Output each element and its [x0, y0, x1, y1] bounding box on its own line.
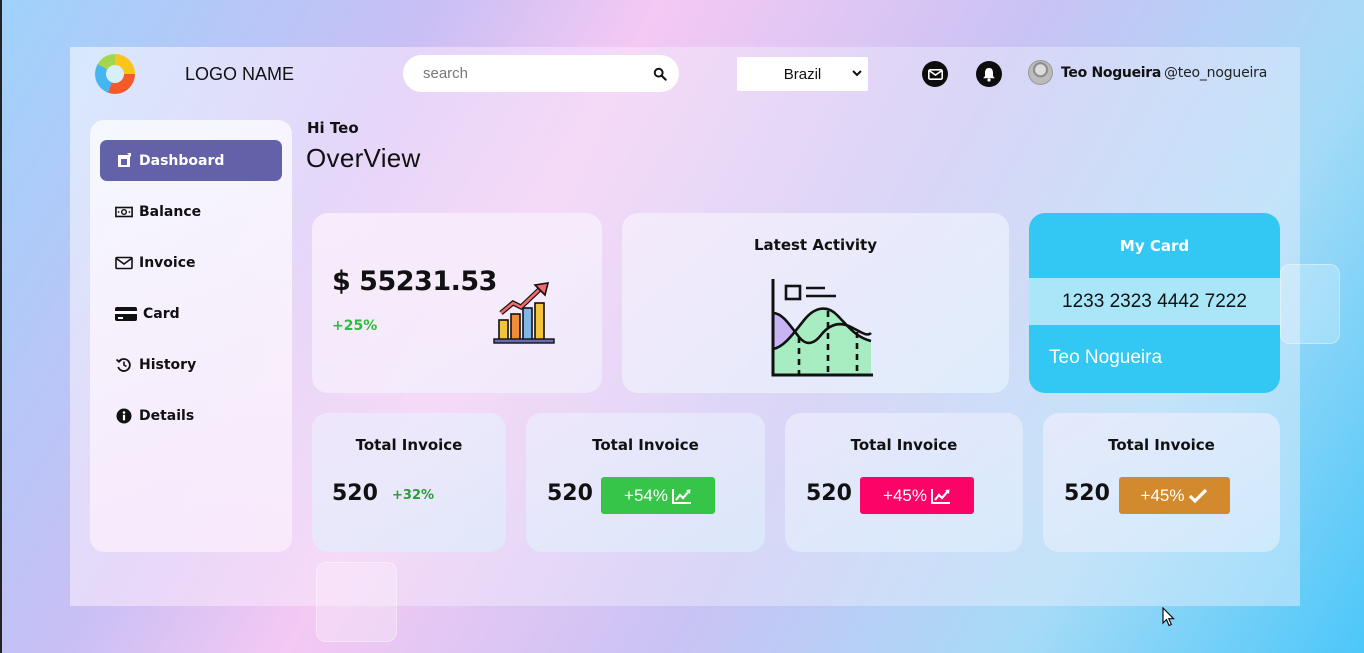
invoice-change-badge[interactable]: +45%	[860, 477, 974, 514]
invoice-card-value: 520	[547, 481, 593, 506]
badge-label: +54%	[624, 485, 668, 505]
search-icon[interactable]	[653, 67, 667, 81]
envelope-icon	[927, 68, 943, 80]
chevron-down-icon	[852, 70, 862, 77]
growth-chart-icon	[493, 282, 555, 344]
history-icon	[115, 357, 131, 372]
badge-label: +45%	[1140, 485, 1185, 505]
page-title: OverView	[306, 143, 421, 173]
bell-icon	[983, 67, 995, 82]
greeting: Hi Teo	[307, 119, 359, 137]
balance-card	[312, 213, 602, 393]
invoice-card-change: +32%	[392, 488, 435, 503]
balance-change: +25%	[332, 318, 378, 334]
sidebar-item-label: Dashboard	[139, 152, 225, 169]
search-input[interactable]	[423, 65, 653, 82]
badge-label: +45%	[883, 485, 927, 505]
logo-icon[interactable]	[95, 54, 135, 94]
decorative-square	[1280, 264, 1340, 344]
country-select-value: Brazil	[783, 65, 822, 83]
sidebar-item-label: Details	[139, 407, 195, 424]
envelope-icon	[115, 256, 133, 269]
logo-name: LOGO NAME	[185, 64, 295, 84]
sidebar	[90, 120, 292, 552]
sidebar-item-label: History	[139, 356, 197, 373]
invoice-card-title: Total Invoice	[850, 436, 958, 454]
sidebar-item-invoice[interactable]: Invoice	[100, 242, 282, 283]
info-icon	[116, 408, 132, 423]
credit-card-icon	[115, 306, 137, 321]
check-icon	[1189, 488, 1208, 503]
mail-button[interactable]	[922, 61, 948, 87]
card-holder: Teo Nogueira	[1049, 347, 1163, 368]
invoice-card-title: Total Invoice	[1108, 436, 1215, 454]
invoice-card-title: Total Invoice	[355, 436, 463, 454]
card-number: 1233 2323 4442 7222	[1029, 278, 1280, 325]
notifications-button[interactable]	[976, 61, 1002, 87]
mouse-cursor-icon	[1162, 607, 1175, 627]
sidebar-item-dashboard[interactable]: Dashboard	[100, 140, 282, 181]
window-edge	[0, 0, 2, 653]
sidebar-item-label: Invoice	[139, 254, 196, 271]
sidebar-item-details[interactable]: Details	[100, 395, 282, 436]
money-bill-icon	[115, 206, 133, 217]
my-card[interactable]: My Card 1233 2323 4442 7222 Teo Nogueira	[1029, 213, 1280, 393]
invoice-card-title: Total Invoice	[592, 436, 699, 454]
my-card-title: My Card	[1119, 237, 1190, 255]
sidebar-item-card[interactable]: Card	[100, 293, 282, 334]
trend-up-icon	[930, 488, 950, 504]
invoice-card-value: 520	[806, 481, 852, 506]
analytics-graph-icon	[771, 279, 873, 377]
sidebar-item-label: Card	[143, 305, 180, 322]
trend-up-icon	[671, 488, 691, 504]
dashboard-icon	[118, 152, 131, 167]
user-name: Teo Nogueira	[1061, 65, 1162, 81]
decorative-square	[316, 562, 397, 642]
sidebar-item-label: Balance	[139, 203, 202, 220]
sidebar-item-balance[interactable]: Balance	[100, 191, 282, 232]
user-handle: @teo_nogueira	[1164, 65, 1268, 81]
invoice-card-value: 520	[1064, 481, 1110, 506]
balance-amount: $ 55231.53	[332, 266, 497, 297]
invoice-card-value: 520	[332, 481, 378, 506]
activity-title: Latest Activity	[753, 236, 878, 254]
search-bar[interactable]	[403, 55, 679, 92]
invoice-change-badge[interactable]: +54%	[601, 477, 715, 514]
avatar[interactable]	[1028, 60, 1053, 85]
country-select[interactable]: Brazil	[737, 57, 868, 91]
sidebar-item-history[interactable]: History	[100, 344, 282, 385]
invoice-change-badge[interactable]: +45%	[1119, 477, 1230, 514]
